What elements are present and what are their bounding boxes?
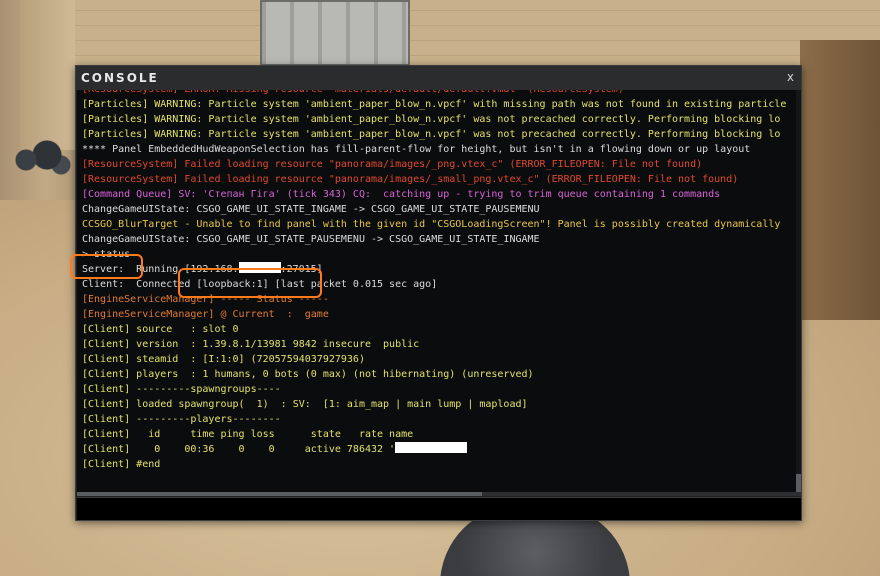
right-crate — [800, 40, 880, 320]
log-line-text: [Command Queue] SV: 'Степан Гіга' (tick … — [82, 189, 721, 200]
log-line: [Client] version : 1.39.8.1/13981 9842 i… — [82, 337, 801, 352]
log-line-text: [Client] players : 1 humans, 0 bots (0 m… — [82, 369, 534, 380]
server-ip-highlight — [178, 268, 322, 298]
log-line-text: [Client] version : 1.39.8.1/13981 9842 i… — [82, 339, 420, 350]
log-line-text: [EngineServiceManager] @ Current : game — [82, 309, 329, 320]
log-line-text: [Client] source : slot 0 — [82, 324, 239, 335]
log-line: ChangeGameUIState: CSGO_GAME_UI_STATE_PA… — [82, 232, 801, 247]
log-line-text: [Particles] WARNING: Particle system 'am… — [82, 129, 781, 140]
log-line-text: [Particles] WARNING: Particle system 'am… — [82, 99, 787, 110]
console-input-bar[interactable] — [77, 497, 801, 520]
log-line: [Client] id time ping loss state rate na… — [82, 427, 801, 442]
log-line: [ResourceSystem] ERROR: Missing resource… — [82, 90, 801, 97]
log-line-text: **** Panel EmbeddedHudWeaponSelection ha… — [82, 144, 751, 155]
log-line-text: [Client] id time ping loss state rate na… — [82, 429, 414, 440]
log-line: ChangeGameUIState: CSGO_GAME_UI_STATE_IN… — [82, 202, 801, 217]
log-line: [EngineServiceManager] @ Current : game — [82, 307, 801, 322]
log-line-text: [Client] ---------players-------- — [82, 414, 281, 425]
log-line: [Client] ---------players-------- — [82, 412, 801, 427]
console-titlebar[interactable]: CONSOLE x — [76, 66, 801, 90]
log-line-text: [Client] steamid : [I:1:0] (720575940379… — [82, 354, 365, 365]
console-title: CONSOLE — [81, 71, 159, 85]
log-line: [Client] #end — [82, 457, 801, 472]
log-line: [Client] players : 1 humans, 0 bots (0 m… — [82, 367, 801, 382]
log-line-text: [Client] ---------spawngroups---- — [82, 384, 281, 395]
log-line-text: [Client] #end — [82, 459, 161, 470]
log-line: [Client] loaded spawngroup( 1) : SV: [1:… — [82, 397, 801, 412]
log-line-text: ChangeGameUIState: CSGO_GAME_UI_STATE_PA… — [82, 234, 540, 245]
log-line-text: [ResourceSystem] Failed loading resource… — [82, 159, 703, 170]
log-line: [Client] 0 00:36 0 0 active 786432 ' — [82, 442, 801, 457]
log-line: [Command Queue] SV: 'Степан Гіга' (tick … — [82, 187, 801, 202]
redaction-box — [395, 442, 468, 453]
wooden-door — [260, 0, 410, 66]
vertical-scroll-thumb[interactable] — [796, 474, 801, 492]
log-line: [Client] source : slot 0 — [82, 322, 801, 337]
log-line: > status — [82, 247, 801, 262]
rocks — [5, 130, 75, 180]
background-wall — [0, 0, 880, 70]
log-line: [Particles] WARNING: Particle system 'am… — [82, 97, 801, 112]
log-line: [ResourceSystem] Failed loading resource… — [82, 172, 801, 187]
vertical-scrollbar[interactable] — [796, 90, 801, 492]
horizontal-scrollbar[interactable] — [77, 492, 801, 496]
log-line: [Client] ---------spawngroups---- — [82, 382, 801, 397]
log-line: [Particles] WARNING: Particle system 'am… — [82, 112, 801, 127]
log-line: [ResourceSystem] Failed loading resource… — [82, 157, 801, 172]
log-line-text: [Client] 0 00:36 0 0 active 786432 ' — [82, 444, 396, 455]
log-line-text: [ResourceSystem] ERROR: Missing resource… — [82, 90, 624, 95]
command-input[interactable] — [81, 501, 785, 519]
log-line-text: ChangeGameUIState: CSGO_GAME_UI_STATE_IN… — [82, 204, 540, 215]
log-line: [Particles] WARNING: Particle system 'am… — [82, 127, 801, 142]
log-line: **** Panel EmbeddedHudWeaponSelection ha… — [82, 142, 801, 157]
log-line-text: [Client] loaded spawngroup( 1) : SV: [1:… — [82, 399, 528, 410]
log-line-text: [Particles] WARNING: Particle system 'am… — [82, 114, 781, 125]
log-line-text: [ResourceSystem] Failed loading resource… — [82, 174, 739, 185]
log-line: CCSGO_BlurTarget - Unable to find panel … — [82, 217, 801, 232]
left-pillar-face — [20, 0, 75, 150]
horizontal-scroll-thumb[interactable] — [77, 492, 482, 496]
log-line-text: CCSGO_BlurTarget - Unable to find panel … — [82, 219, 781, 230]
close-button[interactable]: x — [787, 70, 794, 84]
status-command-highlight — [70, 254, 143, 279]
log-line: [Client] steamid : [I:1:0] (720575940379… — [82, 352, 801, 367]
